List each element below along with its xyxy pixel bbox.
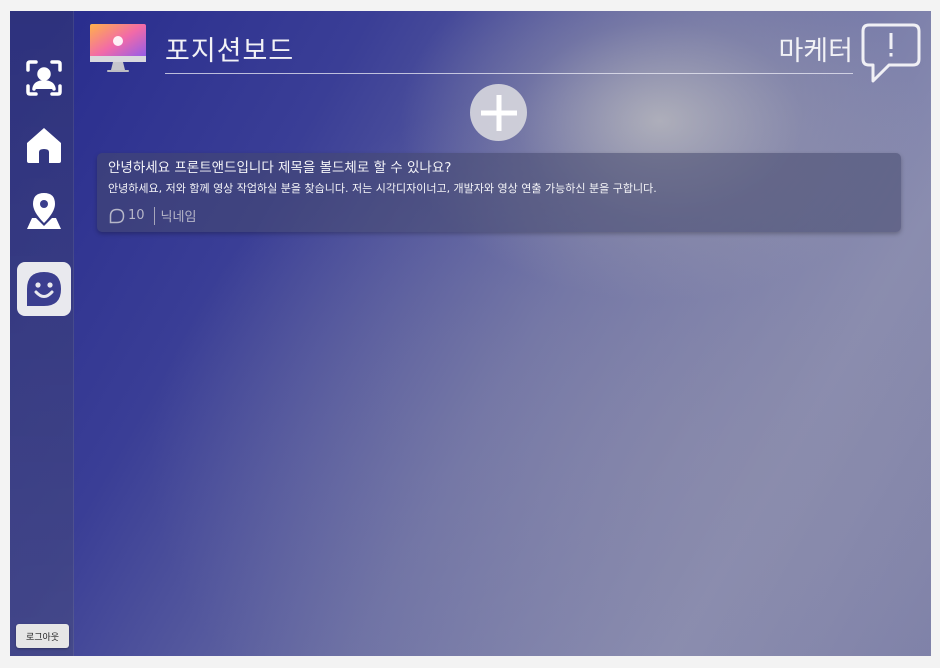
profile-scan-icon: [26, 60, 62, 96]
sidebar-item-profile[interactable]: [17, 51, 71, 105]
smile-chat-icon: [27, 272, 61, 306]
app-frame: 로그아웃 포지션보드 마케터 안녕하세요 프론트앤드입니다 제목을 볼드체로 할…: [10, 11, 931, 656]
sidebar: 로그아웃: [10, 11, 74, 656]
comment-icon: [109, 208, 125, 223]
add-post-button[interactable]: [470, 84, 527, 141]
post-title: 안녕하세요 프론트앤드입니다 제목을 볼드체로 할 수 있나요?: [108, 160, 452, 176]
comment-count: 10: [128, 208, 145, 223]
sidebar-item-chat[interactable]: [17, 262, 71, 316]
header-divider: [165, 73, 853, 74]
chat-bubble-alert-icon[interactable]: [859, 21, 923, 85]
page-title: 포지션보드: [165, 36, 295, 67]
location-icon: [27, 193, 61, 229]
post-author: 닉네임: [160, 210, 197, 225]
post-body: 안녕하세요, 저와 함께 영상 작업하실 분을 찾습니다. 저는 시각디자이너고…: [108, 182, 657, 195]
plus-icon: [480, 94, 517, 131]
post-card[interactable]: 안녕하세요 프론트앤드입니다 제목을 볼드체로 할 수 있나요? 안녕하세요, …: [97, 153, 901, 232]
sidebar-item-home[interactable]: [17, 118, 71, 172]
logout-button[interactable]: 로그아웃: [16, 624, 69, 648]
post-meta: 10 닉네임: [109, 206, 196, 225]
user-role: 마케터: [778, 36, 853, 67]
sidebar-item-location[interactable]: [17, 184, 71, 238]
meta-divider: [153, 206, 155, 225]
monitor-icon: [90, 24, 146, 72]
home-icon: [27, 128, 61, 163]
